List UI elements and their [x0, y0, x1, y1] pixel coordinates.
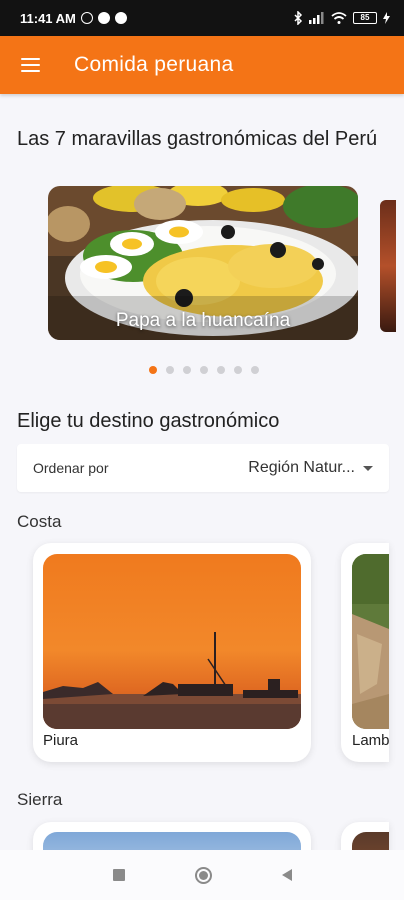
notification-icon-2 [114, 12, 127, 24]
city-photo [43, 554, 301, 729]
sort-dropdown[interactable]: Región Natur... [248, 459, 373, 477]
screen: 11:41 AM 85 Comida peruana Las 7 maravil… [0, 0, 404, 900]
back-icon[interactable] [281, 869, 292, 881]
dish-caption: Papa a la huancaína [115, 310, 291, 331]
carousel-slide[interactable]: Papa a la huancaína [48, 186, 358, 340]
sort-value: Región Natur... [248, 459, 355, 476]
battery-level: 85 [353, 12, 377, 24]
sort-bar: Ordenar por Región Natur... [17, 444, 389, 492]
carousel-dot[interactable] [251, 366, 259, 374]
status-time: 11:41 AM [20, 10, 76, 26]
destination-heading: Elige tu destino gastronómico [17, 410, 280, 432]
city-name: Piura [43, 732, 79, 749]
carousel-dot[interactable] [200, 366, 208, 374]
carousel-next-slide[interactable] [380, 200, 396, 332]
sort-label: Ordenar por [33, 460, 109, 476]
menu-button[interactable] [0, 36, 60, 94]
notification-icon [97, 12, 110, 24]
city-photo [352, 554, 389, 729]
carousel-dot[interactable] [183, 366, 191, 374]
carousel-dot-active[interactable] [149, 366, 157, 374]
status-bar: 11:41 AM 85 [0, 0, 404, 36]
carousel-dot[interactable] [217, 366, 225, 374]
carousel-dot[interactable] [166, 366, 174, 374]
city-card-lamb[interactable]: Lamb [341, 543, 389, 762]
status-right: 85 [294, 11, 390, 25]
city-card-piura[interactable]: Piura [33, 543, 311, 762]
home-icon[interactable] [194, 866, 212, 884]
alarm-icon [80, 12, 93, 24]
recents-icon[interactable] [112, 869, 125, 881]
bluetooth-icon [294, 11, 303, 25]
wifi-icon [331, 12, 347, 24]
region-label-costa: Costa [17, 512, 62, 531]
battery-icon: 85 [353, 12, 377, 24]
hamburger-icon [20, 58, 40, 72]
status-left: 11:41 AM [20, 11, 127, 26]
system-nav-bar [0, 850, 404, 900]
charging-icon [383, 12, 390, 24]
carousel-indicator [149, 366, 259, 374]
city-name: Lamb [352, 732, 389, 749]
signal-icon [309, 12, 324, 24]
dropdown-arrow-icon [363, 465, 373, 471]
carousel-dot[interactable] [234, 366, 242, 374]
app-bar: Comida peruana [0, 36, 404, 94]
wonders-heading: Las 7 maravillas gastronómicas del Perú [17, 128, 378, 150]
app-title: Comida peruana [74, 53, 234, 76]
region-label-sierra: Sierra [17, 790, 63, 809]
